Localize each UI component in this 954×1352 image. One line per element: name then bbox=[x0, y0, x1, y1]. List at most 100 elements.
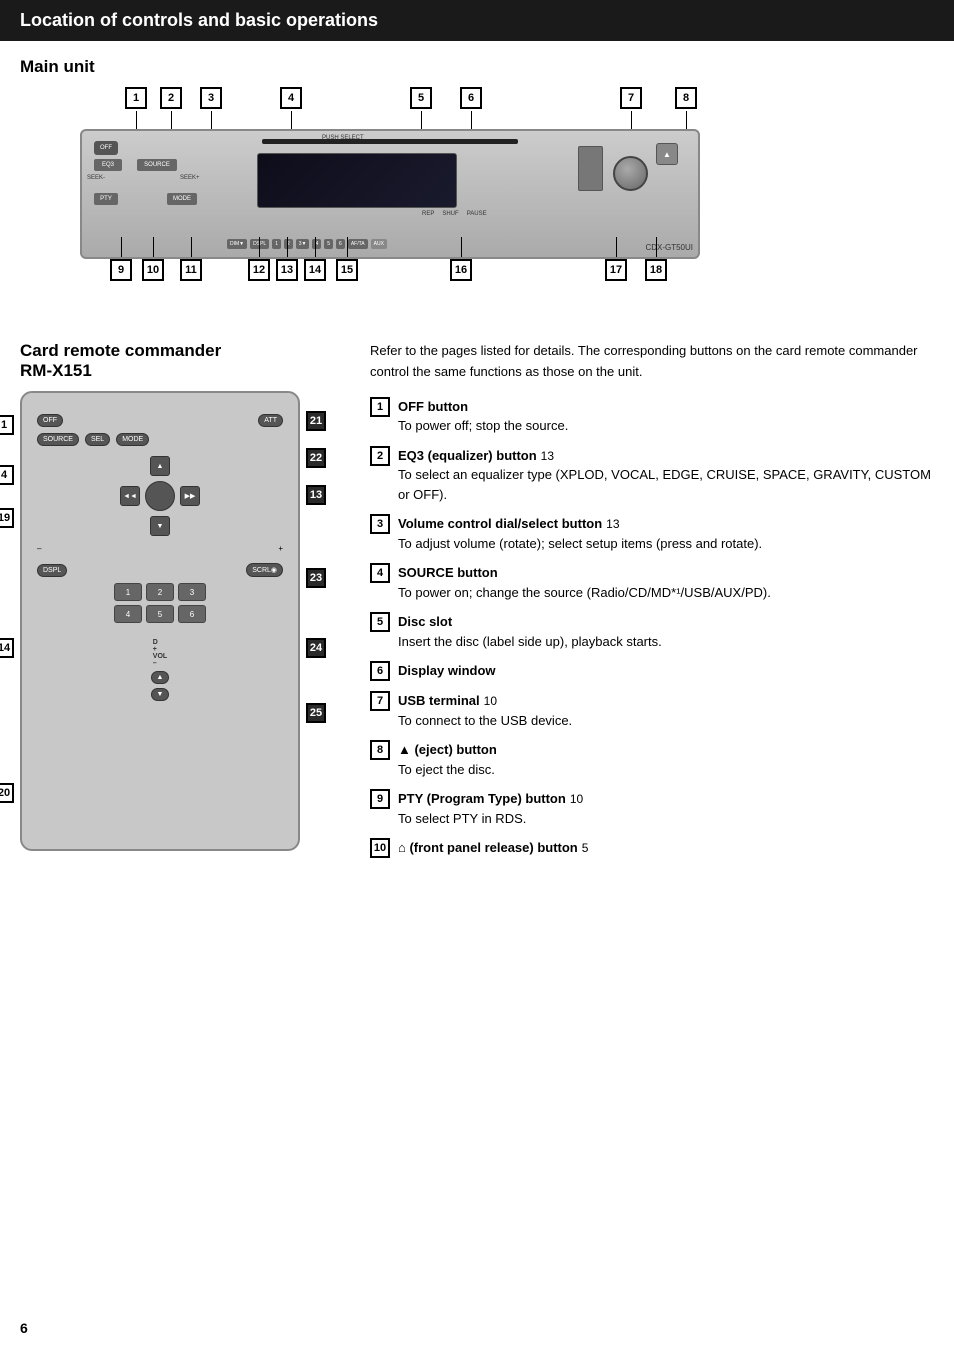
push-select-label: PUSH SELECT bbox=[322, 135, 364, 141]
callout-2-top: 2 bbox=[160, 87, 182, 109]
desc-num-1: 1 bbox=[370, 397, 390, 417]
header-bar: Location of controls and basic operation… bbox=[0, 0, 954, 41]
desc-text-7: USB terminal10 To connect to the USB dev… bbox=[398, 691, 572, 730]
vol-down-btn[interactable]: ▼ bbox=[151, 688, 170, 701]
callout-1-top: 1 bbox=[125, 87, 147, 109]
desc-text-9: PTY (Program Type) button10 To select PT… bbox=[398, 789, 583, 828]
callout-25-remote: 25 bbox=[306, 703, 326, 723]
callout-5-top: 5 bbox=[410, 87, 432, 109]
card-remote-diagram: 1 4 19 14 20 21 22 13 23 24 bbox=[20, 391, 300, 851]
callout-15-bottom: 15 bbox=[336, 259, 358, 281]
preset-2[interactable]: 2 bbox=[146, 583, 174, 601]
scrl-remote-btn[interactable]: SCRL◉ bbox=[246, 563, 283, 577]
desc-text-1: OFF button To power off; stop the source… bbox=[398, 397, 568, 436]
preset-5[interactable]: 5 bbox=[146, 605, 174, 623]
preset-4[interactable]: 4 bbox=[114, 605, 142, 623]
callout-17-bottom: 17 bbox=[605, 259, 627, 281]
main-unit-diagram: OFF EQ3 SEEK- SOURCE SEEK+ PTY MODE bbox=[80, 129, 700, 259]
desc-item-2: 2 EQ3 (equalizer) button13 To select an … bbox=[370, 446, 934, 505]
source-remote-btn[interactable]: SOURCE bbox=[37, 433, 79, 446]
desc-item-7: 7 USB terminal10 To connect to the USB d… bbox=[370, 691, 934, 730]
left-column: Card remote commander RM-X151 1 4 19 14 … bbox=[20, 341, 340, 868]
desc-num-5: 5 bbox=[370, 612, 390, 632]
sel-remote-btn[interactable]: SEL bbox=[85, 433, 110, 446]
source-button-graphic: SOURCE bbox=[137, 159, 177, 171]
callouts-bottom-row: 9 10 11 12 13 14 15 16 17 18 bbox=[80, 259, 700, 301]
desc-text-5: Disc slot Insert the disc (label side up… bbox=[398, 612, 662, 651]
callout-16-bottom: 16 bbox=[450, 259, 472, 281]
seek-minus-label: SEEK- bbox=[87, 175, 105, 181]
dpad-area: ▲ ▼ ◄◄ ▶▶ –+ bbox=[37, 456, 283, 553]
callout-4-top: 4 bbox=[280, 87, 302, 109]
callout-18-bottom: 18 bbox=[645, 259, 667, 281]
main-unit-title: Main unit bbox=[20, 57, 934, 77]
seek-plus-label: SEEK+ bbox=[180, 175, 200, 181]
eject-button-graphic: ▲ bbox=[656, 143, 678, 165]
callout-21-remote: 21 bbox=[306, 411, 326, 431]
header-title: Location of controls and basic operation… bbox=[20, 10, 378, 30]
desc-item-6: 6 Display window bbox=[370, 661, 934, 681]
callout-13-bottom: 13 bbox=[276, 259, 298, 281]
desc-num-8: 8 bbox=[370, 740, 390, 760]
display-window-graphic bbox=[257, 153, 457, 208]
dpad-center[interactable] bbox=[145, 481, 175, 511]
desc-text-2: EQ3 (equalizer) button13 To select an eq… bbox=[398, 446, 934, 505]
preset-6[interactable]: 6 bbox=[178, 605, 206, 623]
callout-4-remote: 4 bbox=[0, 465, 14, 485]
callout-1-remote: 1 bbox=[0, 415, 14, 435]
dpad-up[interactable]: ▲ bbox=[150, 456, 170, 476]
desc-text-6: Display window bbox=[398, 661, 496, 681]
volume-dial-graphic bbox=[613, 156, 648, 191]
off-button-graphic: OFF bbox=[94, 141, 118, 155]
desc-num-7: 7 bbox=[370, 691, 390, 711]
d-pad: ▲ ▼ ◄◄ ▶▶ bbox=[120, 456, 200, 536]
off-remote-btn[interactable]: OFF bbox=[37, 414, 63, 427]
pty-button-graphic: PTY bbox=[94, 193, 118, 205]
preset-3[interactable]: 3 bbox=[178, 583, 206, 601]
callout-13-remote: 13 bbox=[306, 485, 326, 505]
vol-label: D+VOL– bbox=[153, 639, 167, 667]
mode-remote-btn[interactable]: MODE bbox=[116, 433, 149, 446]
page-number: 6 bbox=[20, 1320, 28, 1336]
att-remote-btn[interactable]: ATT bbox=[258, 414, 283, 427]
bottom-controls-graphic: DIM▼ DSPL 1 2 3▼ 4 5 6 AF/TA AUX bbox=[227, 239, 387, 249]
mode-button-graphic: MODE bbox=[167, 193, 197, 205]
intro-text: Refer to the pages listed for details. T… bbox=[370, 341, 934, 383]
remote-row-1: OFF ATT bbox=[37, 414, 283, 427]
description-list: 1 OFF button To power off; stop the sour… bbox=[370, 397, 934, 859]
desc-item-8: 8 ▲ (eject) button To eject the disc. bbox=[370, 740, 934, 779]
callout-12-bottom: 12 bbox=[248, 259, 270, 281]
rep-shuf-pause: REPSHUFPAUSE bbox=[422, 211, 487, 217]
dpad-labels: –+ bbox=[37, 544, 283, 553]
desc-num-10: 10 bbox=[370, 838, 390, 858]
model-label: CDX-GT50UI bbox=[645, 243, 693, 252]
preset-grid: 1 2 3 4 5 6 bbox=[114, 583, 206, 623]
dpad-down[interactable]: ▼ bbox=[150, 516, 170, 536]
content-area: Main unit 1 2 3 4 5 6 7 8 OFF EQ3 SEEK- bbox=[0, 41, 954, 884]
disc-slot-graphic bbox=[262, 139, 518, 144]
callout-10-bottom: 10 bbox=[142, 259, 164, 281]
dpad-right[interactable]: ▶▶ bbox=[180, 486, 200, 506]
callout-8-top: 8 bbox=[675, 87, 697, 109]
dpad-left[interactable]: ◄◄ bbox=[120, 486, 140, 506]
card-remote-title: Card remote commander RM-X151 bbox=[20, 341, 340, 381]
eq3-button-graphic: EQ3 bbox=[94, 159, 122, 171]
desc-text-8: ▲ (eject) button To eject the disc. bbox=[398, 740, 497, 779]
desc-num-4: 4 bbox=[370, 563, 390, 583]
preset-1[interactable]: 1 bbox=[114, 583, 142, 601]
callout-20-remote: 20 bbox=[0, 783, 14, 803]
main-unit-diagram-wrap: 1 2 3 4 5 6 7 8 OFF EQ3 SEEK- SOURCE bbox=[20, 87, 934, 301]
usb-terminal-graphic bbox=[578, 146, 603, 191]
callout-23-remote: 23 bbox=[306, 568, 326, 588]
vol-section: D+VOL– ▲ ▼ bbox=[37, 639, 283, 701]
desc-text-4: SOURCE button To power on; change the so… bbox=[398, 563, 771, 602]
vol-up-btn[interactable]: ▲ bbox=[151, 671, 170, 684]
right-column: Refer to the pages listed for details. T… bbox=[370, 341, 934, 868]
dspl-remote-btn[interactable]: DSPL bbox=[37, 564, 67, 577]
remote-row-2: SOURCE SEL MODE bbox=[37, 433, 283, 446]
callout-24-remote: 24 bbox=[306, 638, 326, 658]
desc-num-3: 3 bbox=[370, 514, 390, 534]
callout-11-bottom: 11 bbox=[180, 259, 202, 281]
desc-item-1: 1 OFF button To power off; stop the sour… bbox=[370, 397, 934, 436]
callout-7-top: 7 bbox=[620, 87, 642, 109]
